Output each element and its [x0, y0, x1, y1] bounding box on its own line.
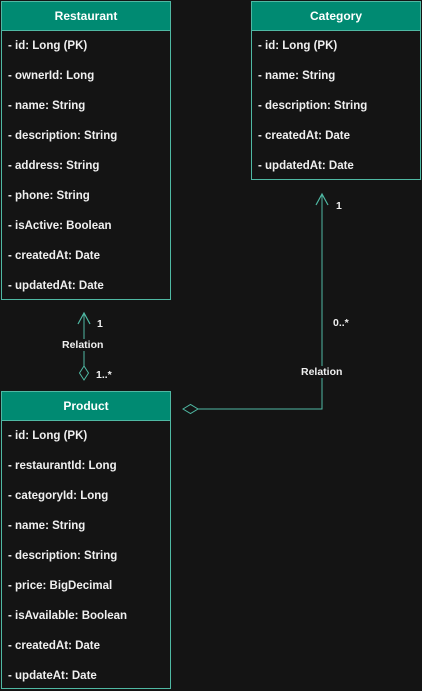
field-row: - description: String [258, 100, 368, 112]
field-row: - updateAt: Date [8, 670, 97, 682]
entity-title: Product [2, 392, 170, 421]
field-row: - ownerId: Long [8, 70, 95, 82]
diagram-canvas: 1 Relation 1..* 1 0..* Relation Restaura… [0, 0, 422, 691]
multiplicity-label-product-category: 0..* [333, 317, 349, 329]
field-row: - isActive: Boolean [8, 220, 112, 232]
field-row: - name: String [258, 70, 336, 82]
entity-title: Category [252, 2, 420, 31]
field-row: - description: String [8, 130, 118, 142]
field-row: - categoryId: Long [8, 490, 109, 502]
entity-product[interactable]: Product - id: Long (PK) - restaurantId: … [1, 391, 171, 689]
field-row: - isAvailable: Boolean [8, 610, 128, 622]
relation-category-product[interactable] [182, 192, 329, 415]
field-row: - updatedAt: Date [258, 160, 354, 172]
field-row: - updatedAt: Date [8, 280, 104, 292]
entity-category[interactable]: Category - id: Long (PK) - name: String … [251, 1, 421, 180]
aggregation-diamond-icon [78, 365, 90, 381]
relation-label-category-product: Relation [301, 366, 343, 378]
field-row: - address: String [8, 160, 100, 172]
field-row: - description: String [8, 550, 118, 562]
field-row: - createdAt: Date [258, 130, 351, 142]
field-row: - restaurantId: Long [8, 460, 117, 472]
aggregation-diamond-icon [182, 403, 199, 415]
entity-title: Restaurant [2, 2, 170, 31]
multiplicity-label-category: 1 [336, 200, 342, 212]
field-row: - id: Long (PK) [258, 40, 338, 52]
entity-restaurant[interactable]: Restaurant - id: Long (PK) - ownerId: Lo… [1, 1, 171, 300]
field-row: - createdAt: Date [8, 250, 101, 262]
field-row: - createdAt: Date [8, 640, 101, 652]
field-row: - name: String [8, 100, 86, 112]
field-row: - price: BigDecimal [8, 580, 113, 592]
field-row: - phone: String [8, 190, 90, 202]
field-row: - id: Long (PK) [8, 40, 88, 52]
relation-label-restaurant-product: Relation [62, 339, 104, 351]
multiplicity-label-product-restaurant: 1..* [96, 369, 112, 381]
field-row: - id: Long (PK) [8, 430, 88, 442]
multiplicity-label-restaurant: 1 [97, 318, 103, 330]
field-row: - name: String [8, 520, 86, 532]
